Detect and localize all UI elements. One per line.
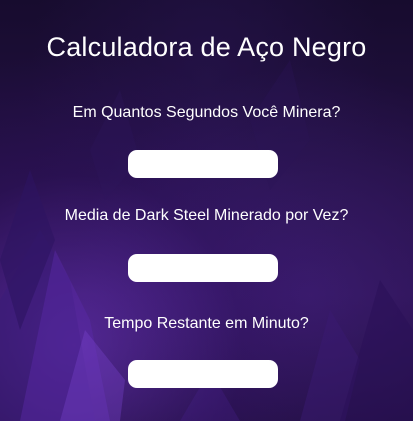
page-title: Calculadora de Aço Negro [46, 32, 367, 62]
seconds-per-mine-label: Em Quantos Segundos Você Minera? [72, 104, 341, 121]
average-dark-steel-label: Media de Dark Steel Minerado por Vez? [64, 207, 349, 224]
seconds-per-mine-input[interactable] [128, 150, 278, 178]
remaining-time-label: Tempo Restante em Minuto? [104, 315, 309, 332]
average-dark-steel-input[interactable] [128, 254, 278, 282]
remaining-time-input[interactable] [128, 360, 278, 388]
calculator-panel: Calculadora de Aço Negro Em Quantos Segu… [0, 0, 413, 421]
